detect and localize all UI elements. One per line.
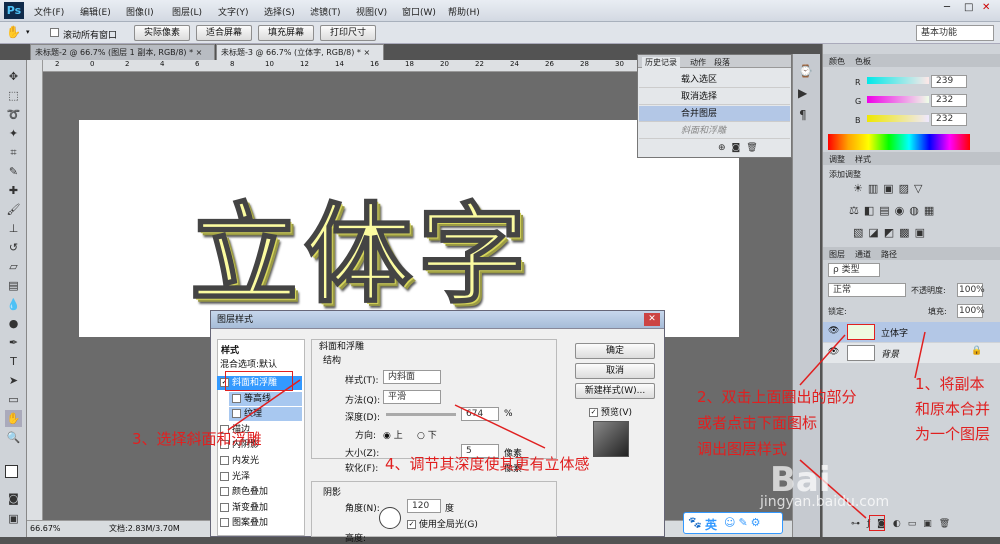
arrow-step3 <box>227 379 301 431</box>
ime-icons[interactable]: ☺✎⚙ <box>724 516 764 529</box>
arrow-step2-up <box>799 334 846 386</box>
baidu-watermark-site: jingyan.baidu.com <box>760 494 890 510</box>
ime-toolbar[interactable]: 🐾 英 ☺✎⚙ <box>683 512 783 534</box>
arrow-step1 <box>914 331 926 379</box>
annotation-arrows <box>227 331 926 519</box>
paw-icon[interactable]: 🐾 <box>688 516 702 529</box>
ime-lang[interactable]: 英 <box>705 516 717 533</box>
arrow-step4 <box>454 404 546 449</box>
